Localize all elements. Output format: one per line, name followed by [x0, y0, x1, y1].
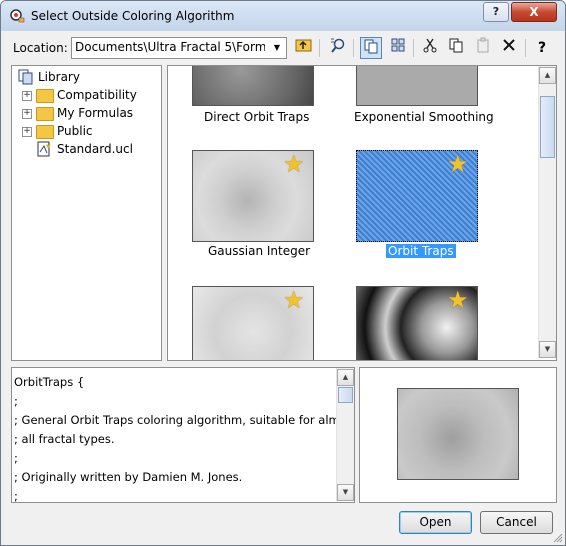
tree-item-label: Standard.ucl: [57, 142, 133, 156]
folder-icon: [36, 125, 54, 139]
location-value: Documents\Ultra Fractal 5\Formul: [75, 40, 265, 54]
dialog-window: Select Outside Coloring Algorithm ? X Lo…: [0, 0, 566, 546]
tree-item-label: Compatibility: [57, 88, 137, 102]
code-line: ; Originally written by Damien M. Jones.: [14, 470, 243, 484]
caption-orbit-traps[interactable]: Orbit Traps: [386, 244, 456, 258]
caption-gaussian-integer[interactable]: Gaussian Integer: [208, 244, 310, 258]
tree-item-label: My Formulas: [57, 106, 134, 120]
copy-icon: [449, 38, 463, 53]
resize-grip-icon[interactable]: [551, 531, 563, 543]
gallery-scrollbar[interactable]: ▲ ▼: [538, 66, 556, 358]
code-line: OrbitTraps {: [14, 375, 85, 389]
copy-button[interactable]: [445, 37, 467, 59]
delete-x-icon: [503, 39, 515, 51]
thumbnail-exponential-smoothing[interactable]: [356, 66, 478, 106]
star-icon: ★: [447, 286, 469, 314]
star-icon: ★: [283, 286, 305, 314]
expand-icon[interactable]: +: [22, 127, 32, 137]
star-icon: ★: [283, 150, 305, 178]
code-line: ;: [14, 489, 18, 503]
small-icons-view-button[interactable]: [387, 37, 409, 59]
copy-view-icon: [364, 39, 378, 54]
code-line: ;: [14, 451, 18, 465]
chevron-down-icon[interactable]: ▼: [269, 39, 285, 57]
search-button[interactable]: [327, 37, 349, 59]
tree-item-label: Public: [57, 124, 93, 138]
preview-panel: [359, 367, 557, 503]
location-combobox[interactable]: Documents\Ultra Fractal 5\Formul ▼: [71, 37, 287, 59]
tree-item-label: Library: [38, 70, 80, 84]
grid-view-icon: [391, 38, 405, 52]
window-title: Select Outside Coloring Algorithm: [31, 9, 235, 23]
expand-icon[interactable]: +: [22, 109, 32, 119]
scroll-down-icon[interactable]: ▼: [539, 341, 556, 358]
preview-image: [397, 388, 519, 480]
toolbar-separator: [353, 39, 354, 57]
folder-up-button[interactable]: [293, 37, 315, 59]
delete-button[interactable]: [498, 37, 520, 59]
folder-icon: [36, 107, 54, 121]
help-button[interactable]: ?: [531, 37, 553, 59]
app-icon: [10, 9, 25, 23]
formula-source-view[interactable]: OrbitTraps { ; ; General Orbit Traps col…: [11, 367, 355, 503]
star-icon: ★: [447, 150, 469, 178]
code-line: ; all fractal types.: [14, 432, 115, 446]
svg-text:★: ★: [45, 142, 51, 150]
caption-exponential-smoothing[interactable]: Exponential Smoothing: [354, 110, 494, 124]
toolbar-separator: [319, 39, 320, 57]
code-line: ;: [14, 394, 18, 408]
folder-up-icon: [295, 39, 312, 52]
toolbar-separator: [413, 39, 414, 57]
search-icon: [331, 38, 345, 53]
caption-direct-orbit-traps[interactable]: Direct Orbit Traps: [204, 110, 309, 124]
paste-button[interactable]: [472, 37, 494, 59]
location-label: Location:: [13, 41, 68, 55]
large-icons-view-button[interactable]: [360, 37, 382, 59]
expand-icon[interactable]: +: [22, 91, 32, 101]
scissors-icon: [423, 38, 437, 53]
scroll-thumb[interactable]: [338, 387, 353, 403]
cut-button[interactable]: [419, 37, 441, 59]
cancel-button[interactable]: Cancel: [480, 511, 553, 534]
title-bar[interactable]: Select Outside Coloring Algorithm ? X: [1, 1, 565, 31]
open-button[interactable]: Open: [399, 511, 472, 534]
help-title-button[interactable]: ?: [483, 2, 509, 22]
library-tree[interactable]: Library + Compatibility + My Formulas + …: [11, 65, 162, 361]
paste-icon: [477, 37, 489, 53]
code-scrollbar[interactable]: ▲ ▼: [336, 368, 354, 501]
code-line: ; General Orbit Traps coloring algorithm…: [14, 413, 355, 427]
thumbnail-direct-orbit-traps[interactable]: [192, 66, 314, 106]
scroll-thumb[interactable]: [540, 96, 555, 158]
close-button[interactable]: X: [511, 2, 557, 22]
formula-gallery[interactable]: Direct Orbit Traps Exponential Smoothing…: [167, 65, 557, 361]
scroll-down-icon[interactable]: ▼: [337, 484, 354, 501]
scroll-up-icon[interactable]: ▲: [539, 67, 556, 84]
toolbar-separator: [525, 39, 526, 57]
formula-file-icon: ★: [37, 141, 51, 157]
scroll-up-icon[interactable]: ▲: [337, 369, 354, 386]
library-icon: [18, 69, 33, 85]
folder-icon: [36, 89, 54, 103]
